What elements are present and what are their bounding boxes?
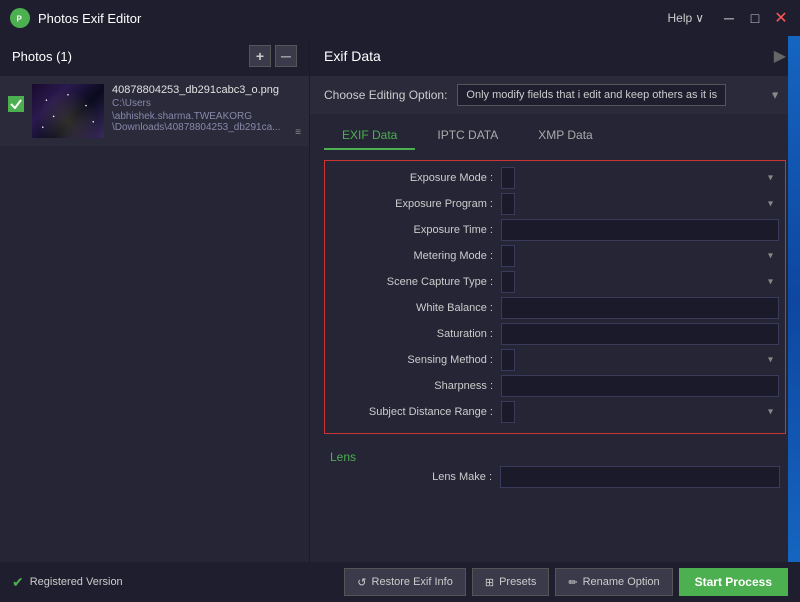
minimize-button[interactable]: ─ [720,9,738,27]
left-panel: Photos (1) + ─ 40878804253_db291cabc3_o.… [0,36,310,562]
titlebar: P Photos Exif Editor Help ∨ ─ □ ✕ [0,0,800,36]
field-label-subject-distance: Subject Distance Range : [331,406,501,418]
restore-icon: ↺ [357,576,366,589]
photo-path3: \Downloads\40878804253_db291ca... [112,122,287,133]
editing-option-select-wrapper: Only modify fields that i edit and keep … [457,84,786,106]
app-icon: P [10,8,30,28]
presets-icon: ⊞ [485,576,494,589]
photo-list-item[interactable]: 40878804253_db291cabc3_o.png C:\Users \a… [0,76,309,146]
exposure-program-select-wrapper [501,193,779,215]
white-balance-input[interactable] [501,297,779,319]
restore-exif-button[interactable]: ↺ Restore Exif Info [344,568,466,596]
sharpness-input[interactable] [501,375,779,397]
registered-section: ✔ Registered Version [12,574,123,591]
taskbar-strip [788,36,800,562]
scene-capture-select[interactable] [501,271,515,293]
bottom-buttons: ↺ Restore Exif Info ⊞ Presets ✏ Rename O… [344,568,788,596]
field-row-exposure-program: Exposure Program : [325,193,785,215]
photo-thumbnail [32,84,104,138]
saturation-input[interactable] [501,323,779,345]
window-controls: ─ □ ✕ [720,9,790,27]
lens-section-label: Lens [324,444,786,466]
field-row-metering-mode: Metering Mode : [325,245,785,267]
photo-info: 40878804253_db291cabc3_o.png C:\Users \a… [112,84,287,133]
registered-label: Registered Version [30,576,123,588]
tab-xmp-data[interactable]: XMP Data [520,122,610,150]
photo-path2: \abhishek.sharma.TWEAKORG [112,111,287,122]
svg-text:P: P [17,15,23,24]
field-label-sharpness: Sharpness : [331,380,501,392]
photos-controls: + ─ [249,45,297,67]
field-row-scene-capture: Scene Capture Type : [325,271,785,293]
field-label-saturation: Saturation : [331,328,501,340]
photos-header: Photos (1) + ─ [0,36,309,76]
titlebar-left: P Photos Exif Editor [10,8,141,28]
field-label-lens-make: Lens Make : [330,471,500,483]
help-button[interactable]: Help ∨ [668,11,704,25]
fields-area: Exposure Mode : Exposure Program : Expos… [310,150,800,562]
sensing-method-select[interactable] [501,349,515,371]
main-container: Photos (1) + ─ 40878804253_db291cabc3_o.… [0,36,800,562]
sensing-method-select-wrapper [501,349,779,371]
photos-title: Photos (1) [12,49,72,64]
titlebar-right: Help ∨ ─ □ ✕ [668,9,790,27]
field-label-white-balance: White Balance : [331,302,501,314]
select-arrow-icon: ▾ [773,90,778,101]
app-title: Photos Exif Editor [38,11,141,26]
start-label: Start Process [695,575,772,589]
nav-arrow-icon[interactable]: ▶ [774,46,786,66]
rename-label: Rename Option [583,576,660,588]
metering-mode-select-wrapper [501,245,779,267]
photo-menu-icon[interactable]: ≡ [295,127,301,138]
metering-mode-select[interactable] [501,245,515,267]
remove-photo-button[interactable]: ─ [275,45,297,67]
add-photo-button[interactable]: + [249,45,271,67]
field-label-scene-capture: Scene Capture Type : [331,276,501,288]
photo-filename: 40878804253_db291cabc3_o.png [112,84,287,96]
field-label-exposure-program: Exposure Program : [331,198,501,210]
tab-iptc-data[interactable]: IPTC DATA [419,122,516,150]
photo-path1: C:\Users [112,98,287,109]
exposure-mode-select[interactable] [501,167,515,189]
exposure-program-select[interactable] [501,193,515,215]
rename-option-button[interactable]: ✏ Rename Option [555,568,672,596]
field-row-sensing-method: Sensing Method : [325,349,785,371]
field-row-exposure-time: Exposure Time : [325,219,785,241]
tab-exif-data[interactable]: EXIF Data [324,122,415,150]
subject-distance-select[interactable] [501,401,515,423]
rename-icon: ✏ [568,576,577,589]
right-panel: Exif Data ▶ Choose Editing Option: Only … [310,36,800,562]
exif-header: Exif Data ▶ [310,36,800,76]
editing-option-label: Choose Editing Option: [324,88,447,102]
field-label-exposure-time: Exposure Time : [331,224,501,236]
scene-capture-select-wrapper [501,271,779,293]
subject-distance-select-wrapper [501,401,779,423]
presets-button[interactable]: ⊞ Presets [472,568,550,596]
lens-make-input[interactable] [500,466,780,488]
close-button[interactable]: ✕ [772,9,790,27]
field-row-lens-make: Lens Make : [324,466,786,488]
maximize-button[interactable]: □ [746,9,764,27]
field-row-white-balance: White Balance : [325,297,785,319]
editing-option-select[interactable]: Only modify fields that i edit and keep … [457,84,726,106]
fields-section-box: Exposure Mode : Exposure Program : Expos… [324,160,786,434]
field-label-sensing-method: Sensing Method : [331,354,501,366]
restore-label: Restore Exif Info [372,576,453,588]
tabs-bar: EXIF Data IPTC DATA XMP Data [310,114,800,150]
field-label-exposure-mode: Exposure Mode : [331,172,501,184]
start-process-button[interactable]: Start Process [679,568,788,596]
exposure-time-input[interactable] [501,219,779,241]
presets-label: Presets [499,576,536,588]
exposure-mode-select-wrapper [501,167,779,189]
editing-option-bar: Choose Editing Option: Only modify field… [310,76,800,114]
photo-checkbox[interactable] [8,96,24,112]
field-row-sharpness: Sharpness : [325,375,785,397]
bottom-bar: ✔ Registered Version ↺ Restore Exif Info… [0,562,800,602]
field-row-saturation: Saturation : [325,323,785,345]
registered-icon: ✔ [12,574,24,591]
exif-panel-title: Exif Data [324,48,381,64]
field-row-subject-distance: Subject Distance Range : [325,401,785,423]
field-label-metering-mode: Metering Mode : [331,250,501,262]
field-row-exposure-mode: Exposure Mode : [325,167,785,189]
